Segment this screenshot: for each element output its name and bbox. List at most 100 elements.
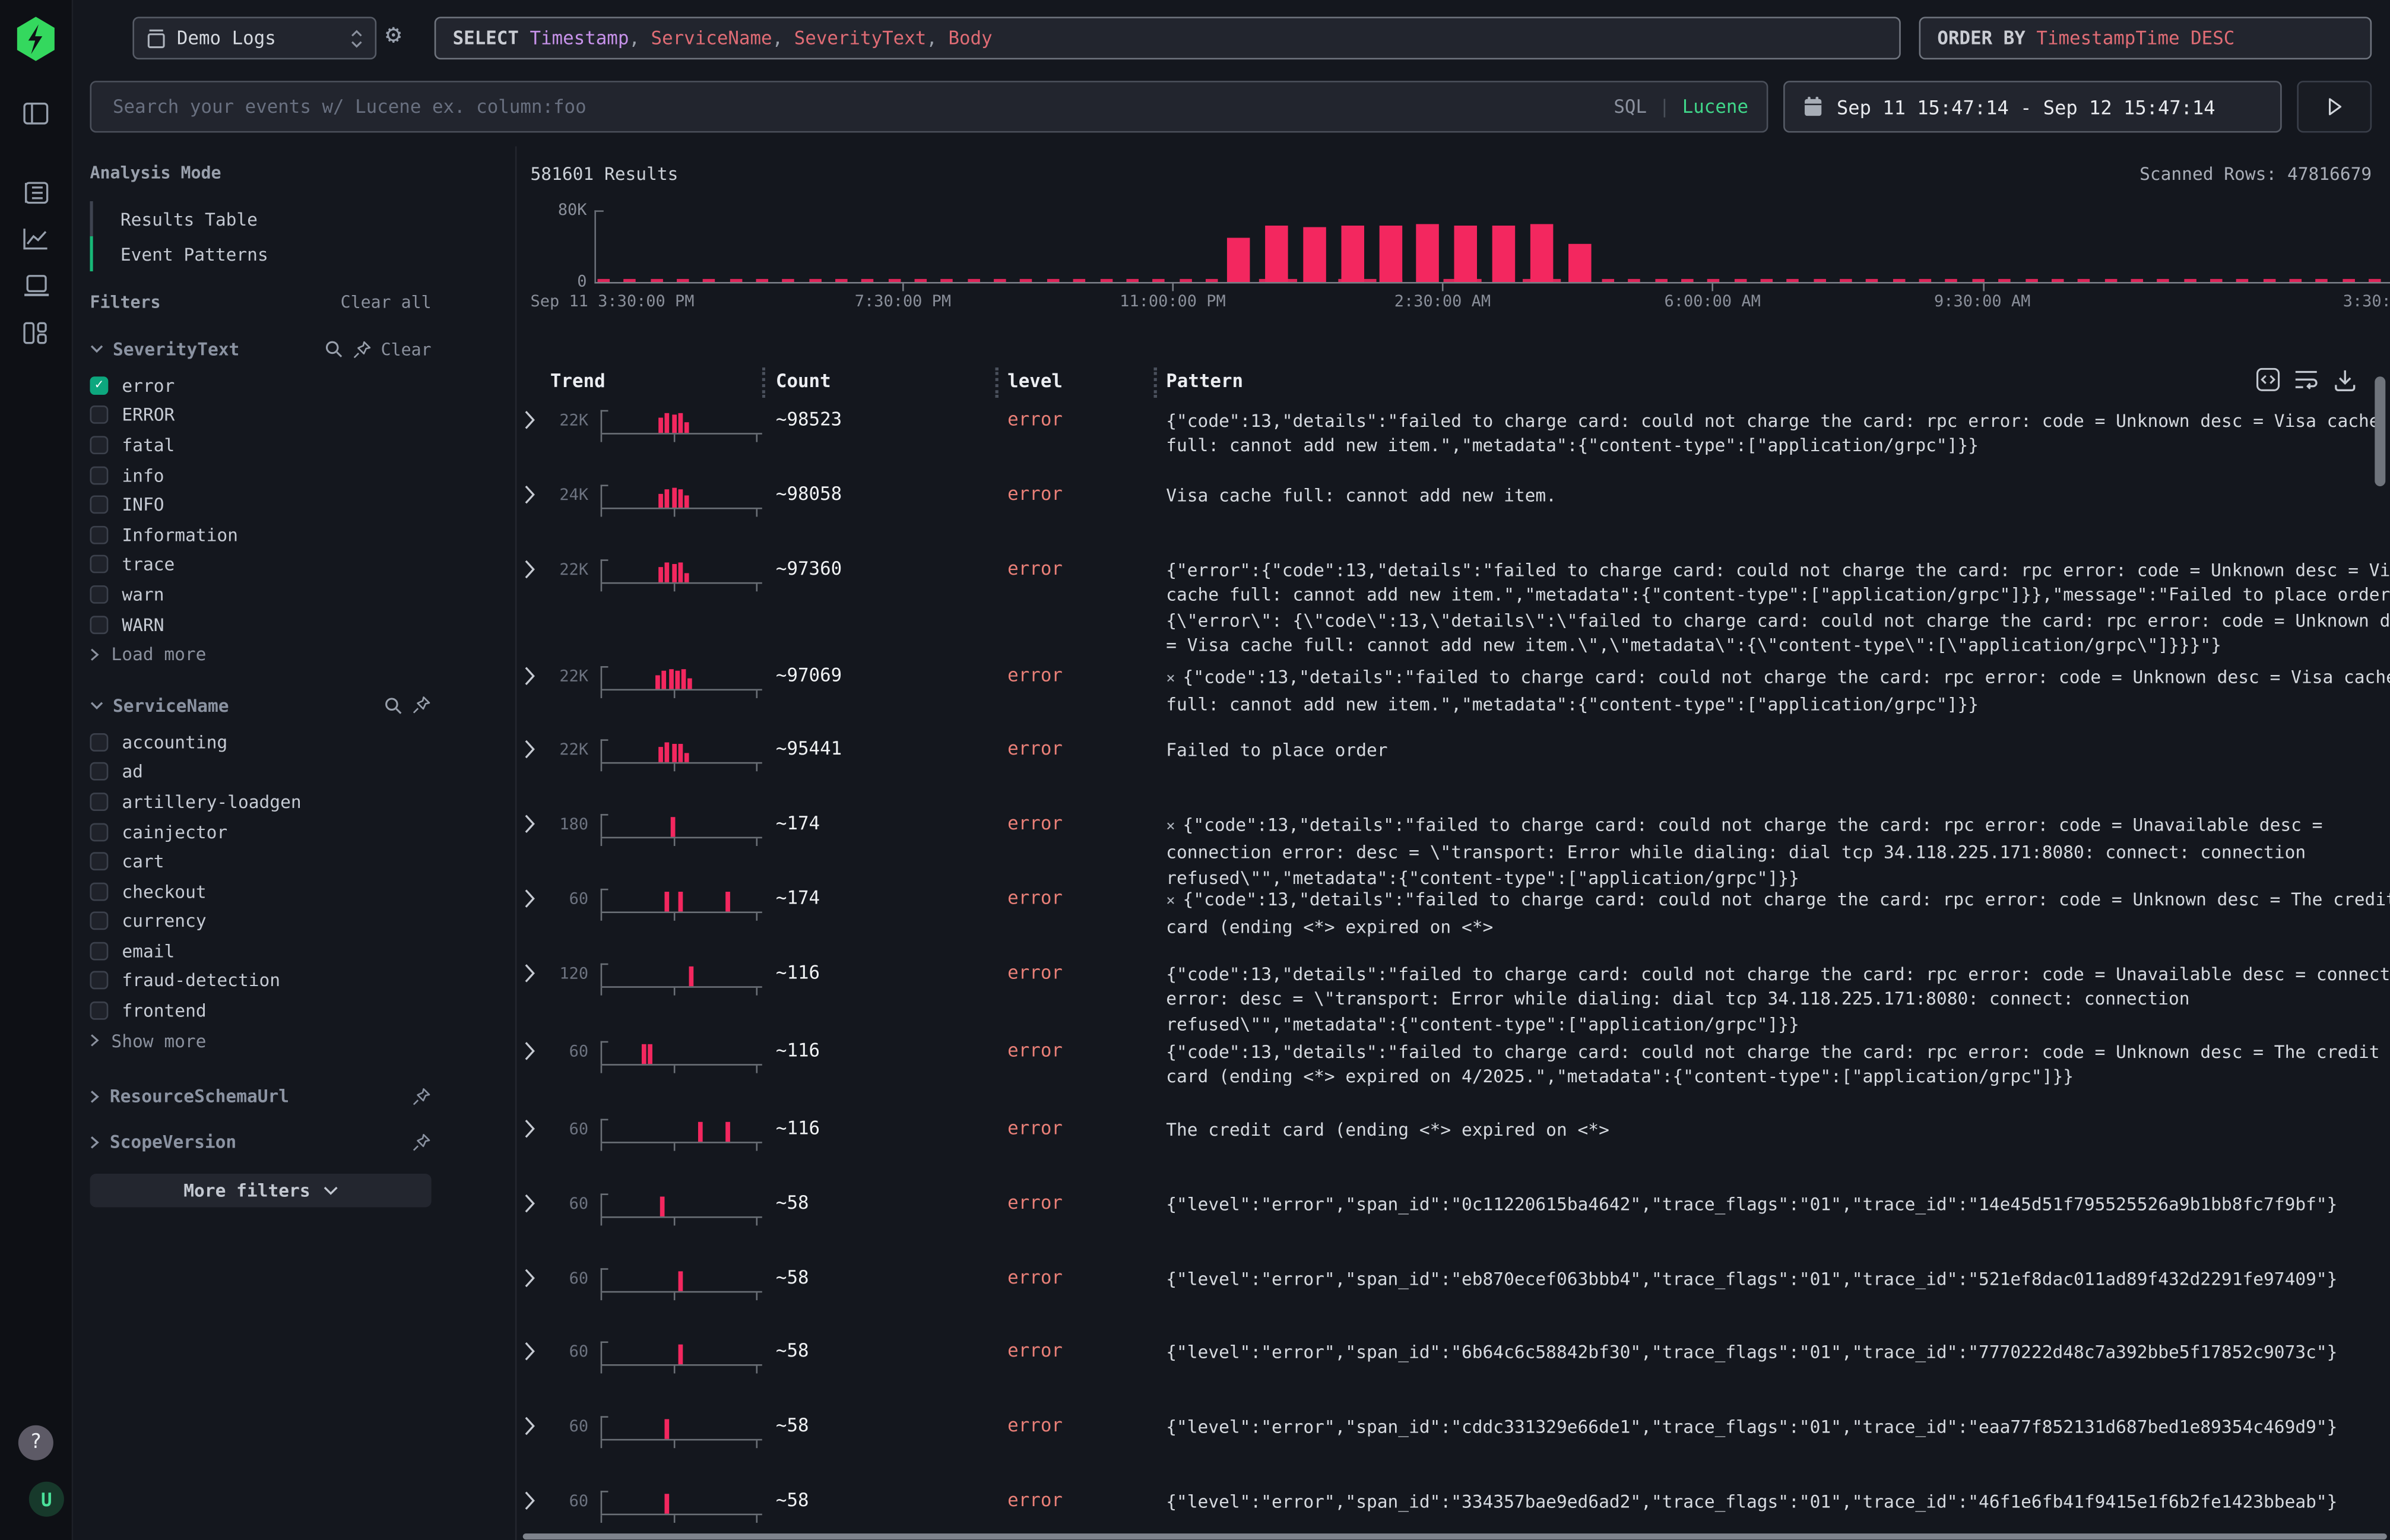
expand-row-icon[interactable] — [524, 1341, 535, 1361]
checkbox[interactable] — [90, 525, 108, 544]
search-logs-icon[interactable] — [23, 182, 49, 205]
table-row[interactable]: 24K ~98058 error Visa cache full: cannot… — [516, 474, 2375, 549]
horizontal-scrollbar[interactable] — [523, 1533, 2387, 1539]
filter-checkbox-item[interactable]: warn — [90, 579, 431, 609]
col-header-count[interactable]: Count — [776, 370, 831, 392]
checkbox[interactable] — [90, 853, 108, 871]
checkbox[interactable] — [90, 912, 108, 930]
lucene-mode-toggle[interactable]: Lucene — [1682, 96, 1748, 118]
more-filters-button[interactable]: More filters — [90, 1174, 431, 1208]
table-row[interactable]: 120 ~116 error {"code":13,"details":"fai… — [516, 953, 2375, 1031]
app-logo-icon[interactable] — [15, 17, 56, 61]
wrap-text-icon[interactable] — [2294, 367, 2318, 392]
run-query-button[interactable] — [2297, 81, 2372, 132]
histogram-bar[interactable] — [1568, 243, 1592, 282]
scope-version-group[interactable]: ScopeVersion — [90, 1126, 431, 1159]
severity-load-more[interactable]: Load more — [90, 639, 431, 669]
resource-schema-group[interactable]: ResourceSchemaUrl — [90, 1080, 431, 1113]
pattern-cell[interactable]: {"level":"error","span_id":"6b64c6c58842… — [1166, 1340, 2390, 1365]
histogram-bar[interactable] — [1492, 226, 1516, 282]
checkbox[interactable] — [90, 615, 108, 633]
checkbox[interactable] — [90, 406, 108, 424]
table-row[interactable]: 60 ~116 error The credit card (ending <*… — [516, 1108, 2375, 1183]
filter-checkbox-item[interactable]: currency — [90, 906, 431, 936]
table-row[interactable]: 60 ~116 error {"code":13,"details":"fail… — [516, 1031, 2375, 1108]
analysis-mode-item[interactable]: Results Table — [90, 201, 431, 236]
pattern-cell[interactable]: {"level":"error","span_id":"0c11220615ba… — [1166, 1192, 2390, 1217]
search-icon[interactable] — [384, 696, 402, 715]
select-query-input[interactable]: SELECT Timestamp, ServiceName, SeverityT… — [435, 17, 1901, 59]
pattern-cell[interactable]: ×{"code":13,"details":"failed to charge … — [1166, 887, 2390, 940]
checkbox[interactable]: ✓ — [90, 376, 108, 395]
pattern-cell[interactable]: Visa cache full: cannot add new item. — [1166, 483, 2390, 508]
checkbox[interactable] — [90, 733, 108, 751]
table-row[interactable]: 22K ~97069 error ×{"code":13,"details":"… — [516, 655, 2375, 728]
checkbox[interactable] — [90, 972, 108, 990]
expand-row-icon[interactable] — [524, 484, 535, 504]
pattern-cell[interactable]: {"level":"error","span_id":"eb870ecef063… — [1166, 1267, 2390, 1292]
checkbox[interactable] — [90, 466, 108, 484]
chart-explorer-icon[interactable] — [23, 227, 49, 251]
filter-checkbox-item[interactable]: fraud-detection — [90, 966, 431, 996]
checkbox[interactable] — [90, 1002, 108, 1020]
expand-row-icon[interactable] — [524, 889, 535, 908]
search-input[interactable] — [110, 94, 1602, 119]
table-row[interactable]: 60 ~58 error {"level":"error","span_id":… — [516, 1183, 2375, 1257]
filter-checkbox-item[interactable]: cainjector — [90, 817, 431, 847]
vertical-scrollbar-thumb[interactable] — [2375, 376, 2385, 486]
table-row[interactable]: 180 ~174 error ×{"code":13,"details":"fa… — [516, 803, 2375, 878]
download-icon[interactable] — [2332, 367, 2356, 392]
histogram-bar[interactable] — [1454, 226, 1478, 282]
table-row[interactable]: 22K ~97360 error {"error":{"code":13,"de… — [516, 549, 2375, 655]
expand-row-icon[interactable] — [524, 410, 535, 430]
source-select[interactable]: Demo Logs — [132, 17, 376, 59]
order-by-input[interactable]: ORDER BY TimestampTime DESC — [1919, 17, 2372, 59]
date-range-picker[interactable]: Sep 11 15:47:14 - Sep 12 15:47:14 — [1783, 81, 2282, 132]
histogram-bar[interactable] — [1227, 237, 1250, 282]
pattern-cell[interactable]: ×{"code":13,"details":"failed to charge … — [1166, 664, 2390, 717]
checkbox[interactable] — [90, 942, 108, 960]
checkbox[interactable] — [90, 882, 108, 901]
sessions-icon[interactable] — [23, 274, 50, 297]
pattern-cell[interactable]: {"error":{"code":13,"details":"failed to… — [1166, 558, 2390, 657]
search-icon[interactable] — [325, 340, 343, 359]
sql-mode-toggle[interactable]: SQL — [1614, 96, 1647, 118]
table-row[interactable]: 60 ~58 error {"level":"error","span_id":… — [516, 1257, 2375, 1330]
table-row[interactable]: 60 ~58 error {"level":"error","span_id":… — [516, 1405, 2375, 1480]
filter-checkbox-item[interactable]: frontend — [90, 996, 431, 1025]
service-group-header[interactable]: ServiceName — [90, 695, 431, 717]
expand-row-icon[interactable] — [524, 1416, 535, 1436]
table-row[interactable]: 60 ~174 error ×{"code":13,"details":"fai… — [516, 878, 2375, 953]
checkbox[interactable] — [90, 585, 108, 604]
expand-row-icon[interactable] — [524, 1193, 535, 1213]
expand-row-icon[interactable] — [524, 1491, 535, 1510]
filter-checkbox-item[interactable]: Information — [90, 519, 431, 549]
table-row[interactable]: 60 ~58 error {"level":"error","span_id":… — [516, 1331, 2375, 1406]
histogram-bar[interactable] — [1530, 224, 1554, 282]
pattern-cell[interactable]: {"level":"error","span_id":"cddc331329e6… — [1166, 1415, 2390, 1440]
histogram-bar[interactable] — [1416, 224, 1440, 282]
checkbox[interactable] — [90, 436, 108, 454]
col-header-trend[interactable]: Trend — [550, 370, 606, 392]
col-header-pattern[interactable]: Pattern — [1166, 370, 1243, 392]
expand-row-icon[interactable] — [524, 666, 535, 686]
table-row[interactable]: 22K ~98523 error {"code":13,"details":"f… — [516, 400, 2375, 474]
expand-row-icon[interactable] — [524, 1041, 535, 1061]
pin-icon[interactable] — [411, 696, 431, 715]
user-avatar[interactable]: U — [29, 1482, 64, 1517]
table-row[interactable]: 60 ~58 error {"level":"error","span_id":… — [516, 1480, 2375, 1540]
checkbox[interactable] — [90, 793, 108, 811]
histogram-bar[interactable] — [1265, 226, 1288, 282]
expand-row-icon[interactable] — [524, 1268, 535, 1288]
severity-clear-button[interactable]: Clear — [381, 339, 432, 359]
filter-checkbox-item[interactable]: ✓error — [90, 370, 431, 400]
analysis-mode-item[interactable]: Event Patterns — [90, 236, 431, 271]
filter-checkbox-item[interactable]: ad — [90, 757, 431, 787]
checkbox[interactable] — [90, 556, 108, 574]
gear-icon[interactable]: ⚙ — [386, 20, 401, 50]
checkbox[interactable] — [90, 822, 108, 841]
filter-checkbox-item[interactable]: cart — [90, 847, 431, 876]
col-header-level[interactable]: level — [1007, 370, 1063, 392]
histogram-bar[interactable] — [1303, 226, 1326, 282]
filter-checkbox-item[interactable]: checkout — [90, 876, 431, 906]
